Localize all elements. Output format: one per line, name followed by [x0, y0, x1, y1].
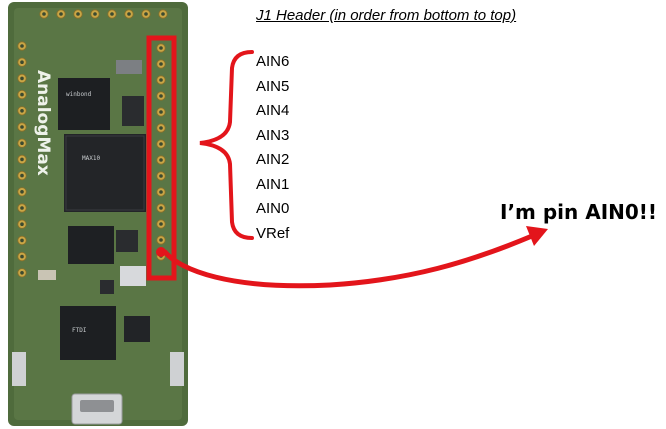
pin-label: AIN6 — [256, 53, 290, 70]
left-side-connector — [12, 352, 26, 386]
pad-hole — [159, 46, 163, 50]
left-header-pads — [17, 41, 27, 278]
pad-hole — [20, 44, 24, 48]
pad-hole — [93, 12, 97, 16]
pin-label: AIN4 — [256, 102, 290, 119]
pad-hole — [76, 12, 80, 16]
pin-list: AIN6 AIN5 AIN4 AIN3 AIN2 AIN1 AIN0 VRef — [256, 50, 289, 246]
pad-hole — [159, 190, 163, 194]
j1-header-diagram: AnalogMax winbond MAX10 FTDI J1 Header (… — [0, 0, 666, 429]
pad-hole — [159, 94, 163, 98]
pad-hole — [159, 126, 163, 130]
pad-hole — [20, 222, 24, 226]
pad-hole — [20, 141, 24, 145]
right-side-connector — [170, 352, 184, 386]
pin-label: VRef — [256, 224, 290, 242]
pad-hole — [159, 62, 163, 66]
pad-hole — [159, 238, 163, 242]
pad-hole — [20, 92, 24, 97]
pad-hole — [161, 12, 165, 16]
usb-interface-chip — [60, 306, 116, 360]
ain0-callout: I’m pin AIN0!! — [500, 200, 658, 224]
flash-chip-text: winbond — [66, 91, 92, 98]
usb-port-opening — [80, 400, 114, 412]
small-chip — [122, 96, 144, 126]
smd-component — [38, 270, 56, 280]
secondary-ic — [124, 316, 150, 342]
pad-hole — [159, 206, 163, 210]
pad-hole — [20, 206, 24, 210]
pad-hole — [159, 110, 163, 114]
pad-hole — [20, 125, 24, 129]
pad-hole — [20, 60, 24, 64]
pad-hole — [159, 222, 163, 226]
pad-hole — [20, 238, 24, 243]
flash-chip — [58, 78, 110, 130]
pad-hole — [20, 76, 24, 81]
pad-hole — [144, 12, 148, 16]
pad-hole — [20, 190, 24, 194]
pad-hole — [127, 12, 131, 16]
pad-hole — [42, 12, 46, 16]
callout-arrow-line — [162, 233, 535, 289]
memory-chip — [68, 226, 114, 264]
pad-hole — [159, 142, 163, 146]
pad-hole — [159, 78, 163, 82]
pad-hole — [20, 173, 24, 178]
crystal-component — [120, 266, 146, 286]
j1-header-title: J1 Header (in order from bottom to top) — [256, 7, 517, 24]
pad-hole — [110, 12, 114, 16]
pin-label: AIN3 — [256, 126, 290, 144]
regulator-chip — [116, 230, 138, 252]
fpga-chip — [64, 134, 146, 212]
pin-label: AIN5 — [256, 77, 290, 95]
pin-label: AIN2 — [256, 151, 290, 168]
component-block — [116, 60, 142, 74]
pin-label: AIN1 — [256, 175, 290, 193]
pad-hole — [59, 12, 63, 16]
board-name-label: AnalogMax — [33, 70, 53, 176]
fpga-chip-text: MAX10 — [82, 155, 100, 162]
pin-label: AIN0 — [256, 200, 290, 217]
pad-hole — [20, 109, 24, 113]
pad-hole — [20, 271, 24, 275]
pad-hole — [20, 157, 24, 162]
pad-hole — [159, 174, 163, 178]
pad-hole — [159, 158, 163, 162]
usb-chip-text: FTDI — [72, 327, 87, 334]
pin-group-brace — [199, 50, 254, 240]
pad-hole — [20, 254, 24, 259]
small-ic — [100, 280, 114, 294]
